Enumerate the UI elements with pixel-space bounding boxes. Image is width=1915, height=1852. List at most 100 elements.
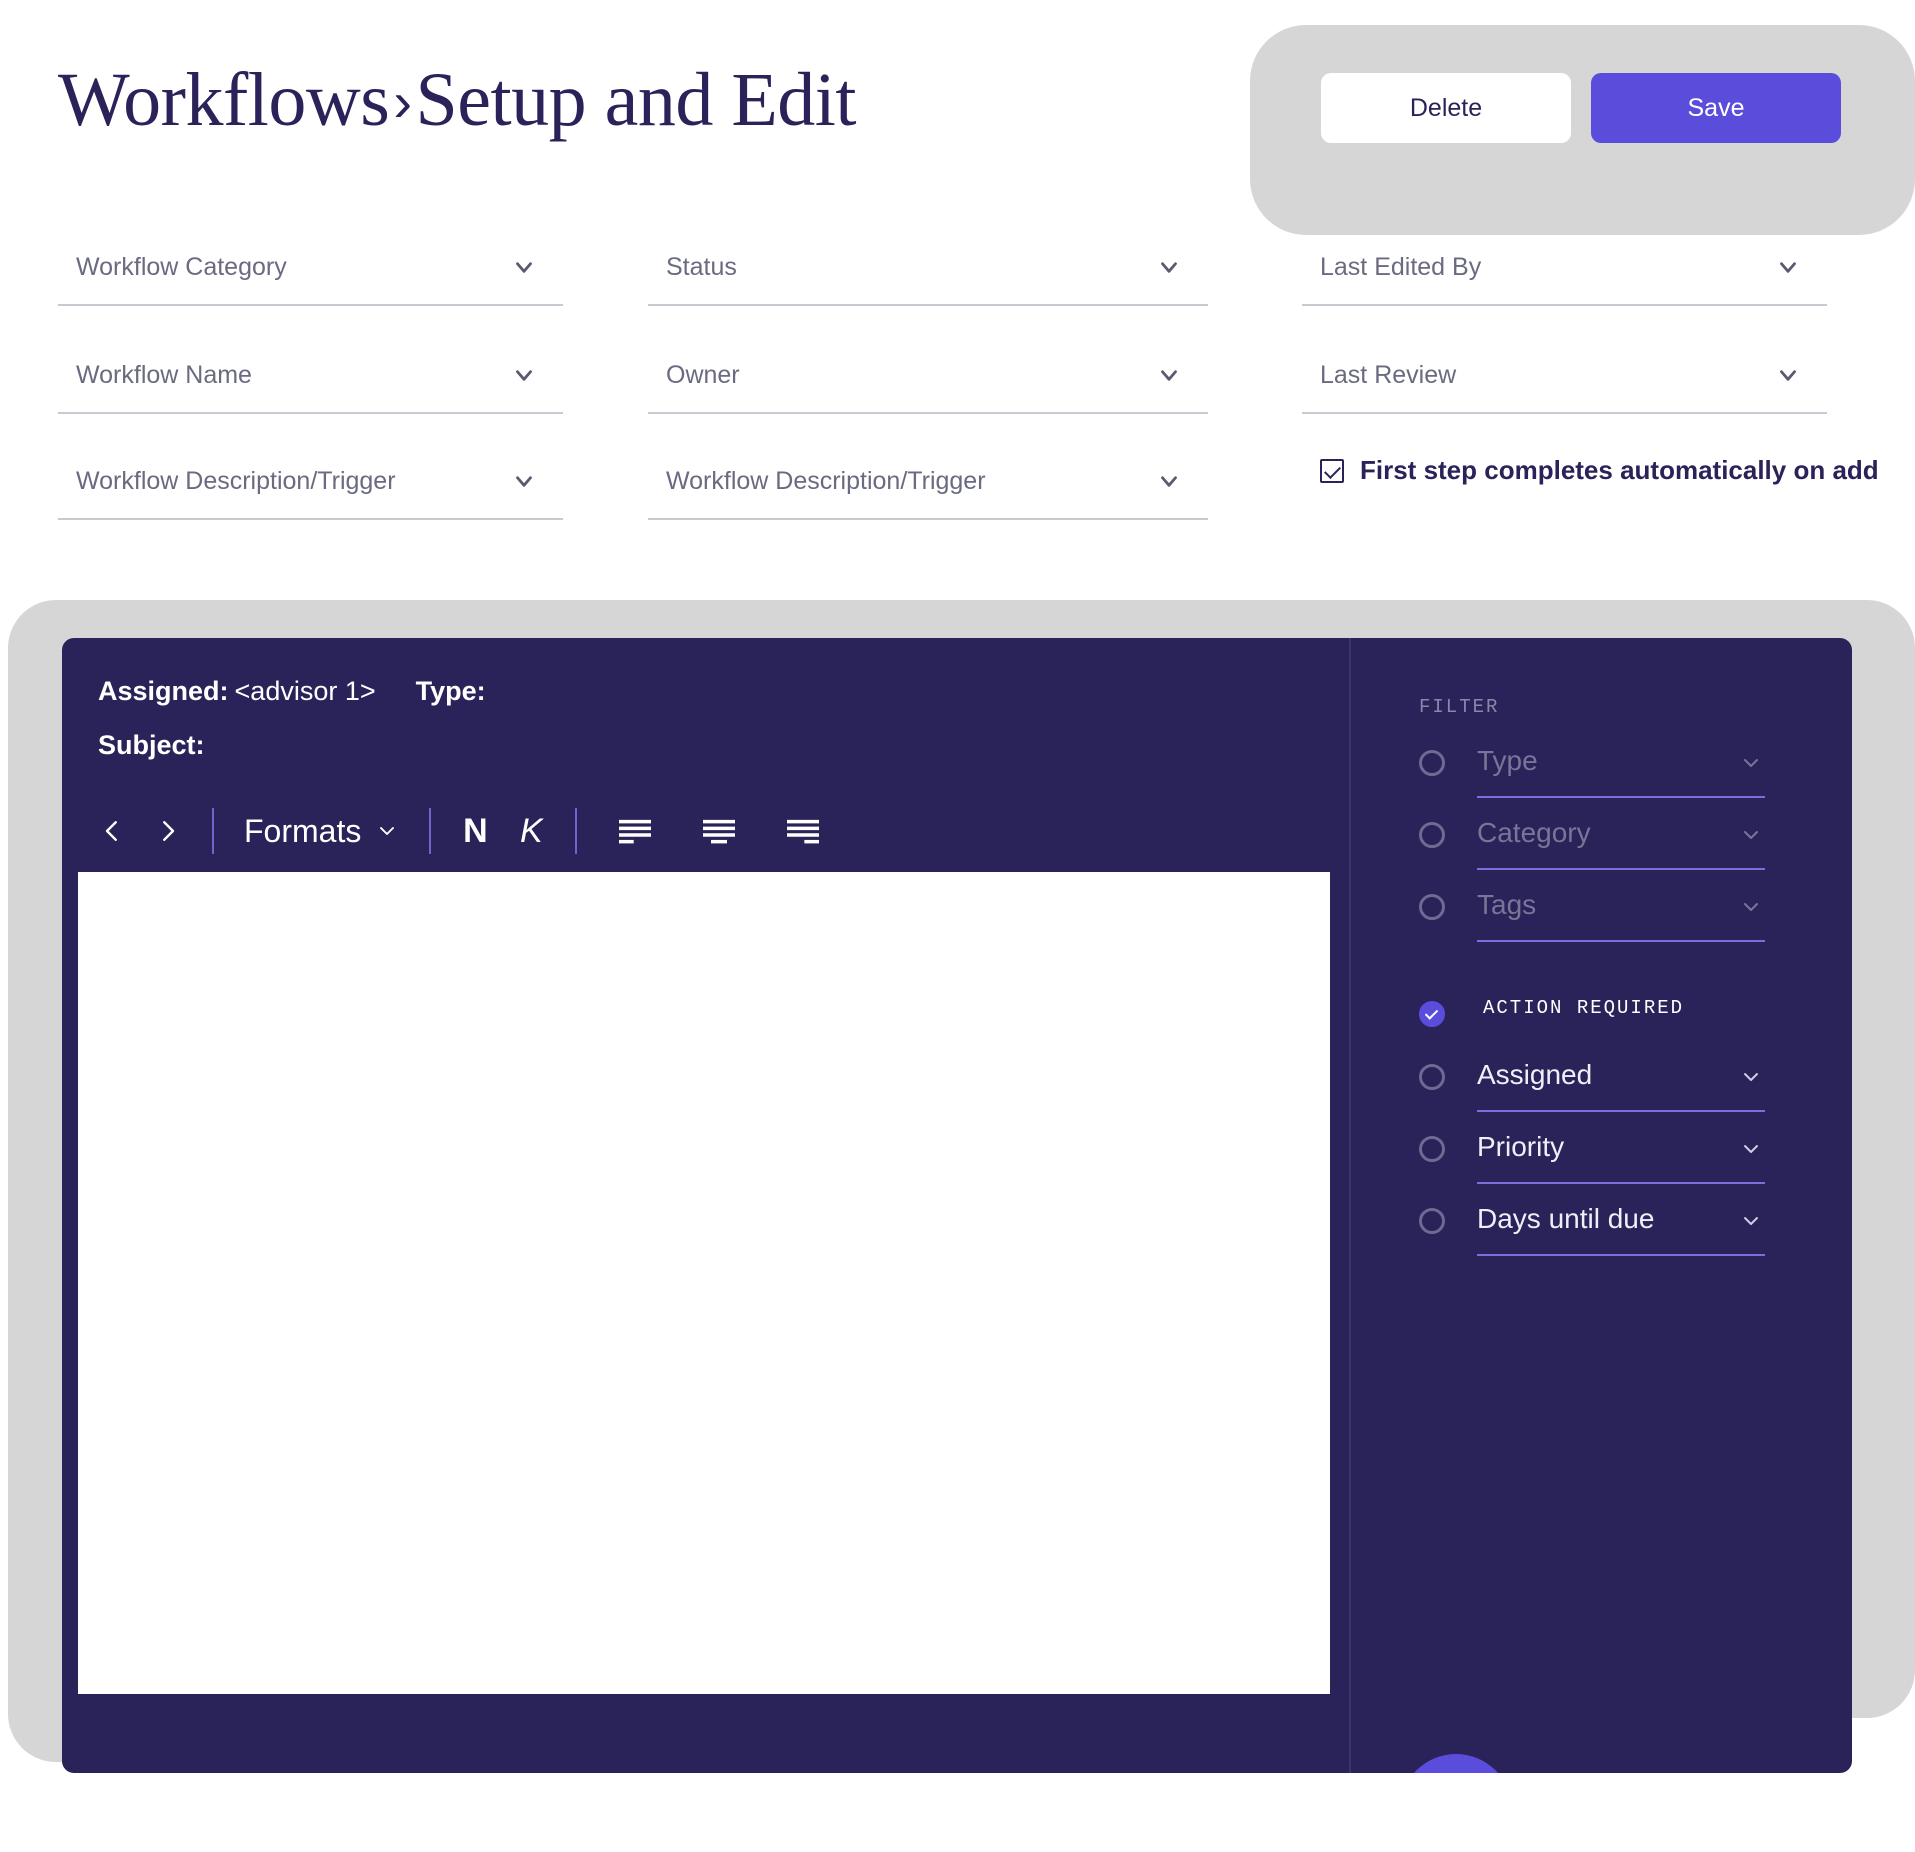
field-underline (648, 304, 1208, 306)
chevron-down-icon (1739, 1064, 1763, 1088)
filter-row-priority[interactable]: Priority (1419, 1128, 1809, 1184)
filter-underline (1477, 796, 1765, 798)
chevron-right-icon[interactable] (140, 798, 196, 864)
chevron-down-icon (1775, 362, 1801, 388)
field-workflow-category[interactable]: Workflow Category (58, 250, 563, 306)
filter-select-assigned[interactable]: Assigned (1477, 1056, 1765, 1112)
field-label: Owner (666, 361, 740, 389)
page-title: Workflows›Setup and Edit (58, 62, 857, 138)
radio-unselected-icon[interactable] (1419, 822, 1445, 848)
filter-row-assigned[interactable]: Assigned (1419, 1056, 1809, 1112)
chevron-down-icon (1156, 362, 1182, 388)
filter-select-days-until-due[interactable]: Days until due (1477, 1200, 1765, 1256)
chevron-down-icon (1739, 750, 1763, 774)
field-underline (648, 518, 1208, 520)
chevron-down-icon (1739, 822, 1763, 846)
radio-unselected-icon[interactable] (1419, 750, 1445, 776)
assigned-meta-line: Assigned: <advisor 1> Type: (98, 676, 486, 707)
radio-unselected-icon[interactable] (1419, 1136, 1445, 1162)
filter-label: Assigned (1477, 1059, 1593, 1090)
align-center-icon[interactable] (677, 798, 761, 864)
filter-row-days-until-due[interactable]: Days until due (1419, 1200, 1809, 1256)
field-workflow-description-trigger-1[interactable]: Workflow Description/Trigger (58, 464, 563, 520)
filter-row-type[interactable]: Type (1419, 742, 1809, 798)
field-underline (1302, 304, 1827, 306)
filter-label: Category (1477, 817, 1591, 848)
filter-row-tags[interactable]: Tags (1419, 886, 1809, 942)
filter-underline (1477, 1254, 1765, 1256)
radio-selected-icon[interactable] (1419, 1001, 1445, 1027)
field-last-review[interactable]: Last Review (1302, 358, 1827, 414)
top-actions-group: Delete Save (1321, 73, 1841, 143)
toolbar-divider (575, 808, 578, 854)
chevron-left-icon[interactable] (84, 798, 140, 864)
chevron-down-icon (1739, 1136, 1763, 1160)
chevron-down-icon (511, 254, 537, 280)
formats-dropdown[interactable]: Formats (230, 798, 413, 864)
breadcrumb-root: Workflows (58, 58, 390, 142)
field-workflow-description-trigger-2[interactable]: Workflow Description/Trigger (648, 464, 1208, 520)
chevron-down-icon (1739, 1208, 1763, 1232)
radio-unselected-icon[interactable] (1419, 1064, 1445, 1090)
field-workflow-name[interactable]: Workflow Name (58, 358, 563, 414)
filter-underline (1477, 940, 1765, 942)
field-underline (1302, 412, 1827, 414)
assigned-label: Assigned: (98, 676, 229, 706)
field-last-edited-by[interactable]: Last Edited By (1302, 250, 1827, 306)
breadcrumb-separator-icon: › (393, 70, 412, 133)
message-body-input[interactable] (78, 872, 1330, 1694)
chevron-down-icon (1739, 894, 1763, 918)
filter-label: Days until due (1477, 1203, 1655, 1234)
field-owner[interactable]: Owner (648, 358, 1208, 414)
filter-label: Tags (1477, 889, 1537, 920)
checkbox-label: First step completes automatically on ad… (1360, 455, 1879, 485)
radio-unselected-icon[interactable] (1419, 1208, 1445, 1234)
filter-heading: FILTER (1419, 696, 1500, 718)
field-label: Last Edited By (1320, 253, 1482, 281)
filter-pane: FILTER Type Category Tags ACTION REQUIRE… (1349, 638, 1852, 1773)
field-status[interactable]: Status (648, 250, 1208, 306)
field-underline (58, 304, 563, 306)
filter-underline (1477, 1110, 1765, 1112)
filter-select-category[interactable]: Category (1477, 814, 1765, 870)
italic-button[interactable]: K (503, 798, 559, 864)
field-underline (58, 518, 563, 520)
chevron-down-icon (1156, 468, 1182, 494)
action-required-label: ACTION REQUIRED (1483, 997, 1685, 1019)
delete-button[interactable]: Delete (1321, 73, 1571, 143)
breadcrumb-current: Setup and Edit (415, 58, 857, 142)
field-label: Last Review (1320, 361, 1457, 389)
first-step-auto-complete-checkbox-row[interactable]: First step completes automatically on ad… (1320, 455, 1879, 486)
filter-label: Type (1477, 745, 1538, 776)
field-label: Workflow Category (76, 253, 287, 281)
field-label: Status (666, 253, 737, 281)
subject-meta-line: Subject: (98, 730, 205, 761)
filter-select-priority[interactable]: Priority (1477, 1128, 1765, 1184)
field-label: Workflow Name (76, 361, 252, 389)
formats-label: Formats (244, 812, 362, 849)
type-label: Type: (415, 676, 486, 706)
field-label: Workflow Description/Trigger (76, 467, 396, 495)
bold-button[interactable]: N (447, 798, 503, 864)
toolbar-divider (212, 808, 214, 854)
chevron-down-icon (375, 813, 399, 850)
chevron-down-icon (1156, 254, 1182, 280)
radio-unselected-icon[interactable] (1419, 894, 1445, 920)
filter-select-type[interactable]: Type (1477, 742, 1765, 798)
toolbar-divider (429, 808, 432, 854)
field-underline (648, 412, 1208, 414)
filter-label: Priority (1477, 1131, 1565, 1162)
field-label: Workflow Description/Trigger (666, 467, 986, 495)
save-button[interactable]: Save (1591, 73, 1841, 143)
chevron-down-icon (1775, 254, 1801, 280)
editor-toolbar: Formats N K (84, 798, 845, 864)
chevron-down-icon (511, 362, 537, 388)
align-left-icon[interactable] (593, 798, 677, 864)
filter-row-category[interactable]: Category (1419, 814, 1809, 870)
chevron-down-icon (511, 468, 537, 494)
assigned-value: <advisor 1> (234, 676, 376, 706)
checkbox-checked-icon[interactable] (1320, 458, 1344, 483)
filter-select-tags[interactable]: Tags (1477, 886, 1765, 942)
align-right-icon[interactable] (761, 798, 845, 864)
field-underline (58, 412, 563, 414)
